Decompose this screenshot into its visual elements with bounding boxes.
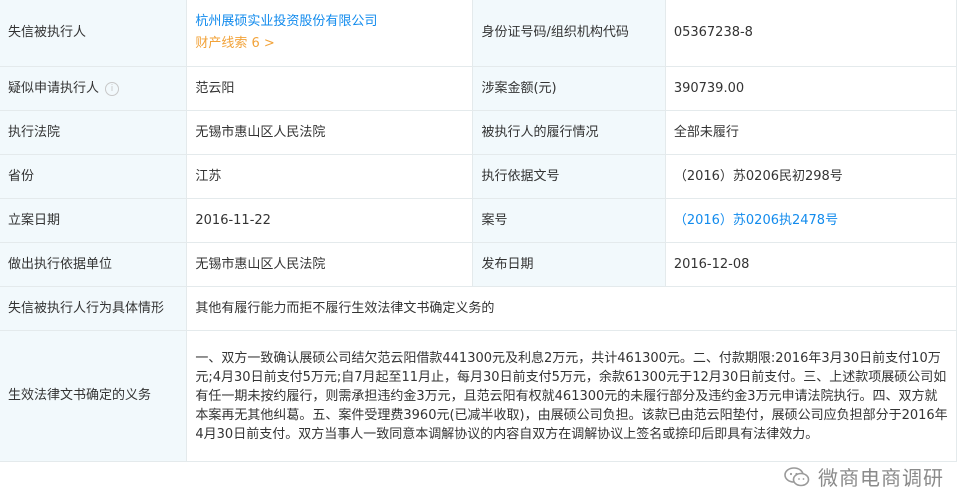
question-icon[interactable]: i: [105, 81, 120, 96]
value-applicant: 范云阳: [186, 66, 474, 111]
label-id-code: 身份证号码/组织机构代码: [472, 0, 666, 67]
label-applicant-text: 疑似申请执行人: [8, 80, 100, 96]
wechat-icon: [784, 466, 810, 487]
watermark-text: 微商电商调研: [818, 466, 944, 490]
label-amount: 涉案金额(元): [472, 66, 666, 111]
label-applicant: 疑似申请执行人 i: [0, 66, 188, 111]
label-dishonest-person: 失信被执行人: [0, 0, 188, 67]
value-obligation: 一、双方一致确认展硕公司结欠范云阳借款441300元及利息2万元，共计46130…: [186, 330, 957, 462]
label-obligation: 生效法律文书确定的义务: [0, 330, 188, 462]
table-row: 执行法院 无锡市惠山区人民法院 被执行人的履行情况 全部未履行: [0, 110, 958, 155]
label-basis-doc-no: 执行依据文号: [472, 154, 666, 199]
value-issuing-unit: 无锡市惠山区人民法院: [186, 242, 474, 287]
table-row: 失信被执行人 杭州展硕实业投资股份有限公司 财产线索 6 > 身份证号码/组织机…: [0, 0, 958, 67]
table-row: 省份 江苏 执行依据文号 （2016）苏0206民初298号: [0, 154, 958, 199]
value-basis-doc-no: （2016）苏0206民初298号: [664, 154, 958, 199]
label-case-no: 案号: [472, 198, 666, 243]
value-court: 无锡市惠山区人民法院: [186, 110, 474, 155]
table-row: 做出执行依据单位 无锡市惠山区人民法院 发布日期 2016-12-08: [0, 242, 958, 287]
value-case-no-cell: （2016）苏0206执2478号: [664, 198, 958, 243]
value-performance: 全部未履行: [664, 110, 958, 155]
label-specific-situation: 失信被执行人行为具体情形: [0, 286, 188, 331]
value-dishonest-person: 杭州展硕实业投资股份有限公司 财产线索 6 >: [186, 0, 474, 67]
company-link[interactable]: 杭州展硕实业投资股份有限公司: [195, 12, 472, 32]
asset-clue-link[interactable]: 财产线索 6 >: [195, 34, 274, 54]
value-amount: 390739.00: [664, 66, 958, 111]
case-number-link[interactable]: （2016）苏0206执2478号: [674, 213, 838, 228]
label-filing-date: 立案日期: [0, 198, 188, 243]
value-specific-situation: 其他有履行能力而拒不履行生效法律文书确定义务的: [186, 286, 957, 331]
table-row: 失信被执行人行为具体情形 其他有履行能力而拒不履行生效法律文书确定义务的: [0, 286, 957, 331]
value-province: 江苏: [186, 154, 474, 199]
label-performance: 被执行人的履行情况: [472, 110, 666, 155]
label-court: 执行法院: [0, 110, 188, 155]
value-id-code: 05367238-8: [664, 0, 958, 67]
table-row: 立案日期 2016-11-22 案号 （2016）苏0206执2478号: [0, 198, 958, 243]
value-filing-date: 2016-11-22: [186, 198, 474, 243]
value-publish-date: 2016-12-08: [664, 242, 958, 287]
info-table: 失信被执行人 杭州展硕实业投资股份有限公司 财产线索 6 > 身份证号码/组织机…: [0, 0, 958, 462]
label-issuing-unit: 做出执行依据单位: [0, 242, 188, 287]
table-row: 生效法律文书确定的义务 一、双方一致确认展硕公司结欠范云阳借款441300元及利…: [0, 330, 957, 462]
table-row: 疑似申请执行人 i 范云阳 涉案金额(元) 390739.00: [0, 66, 958, 111]
label-province: 省份: [0, 154, 188, 199]
watermark: 微商电商调研: [784, 462, 944, 491]
label-publish-date: 发布日期: [472, 242, 666, 287]
